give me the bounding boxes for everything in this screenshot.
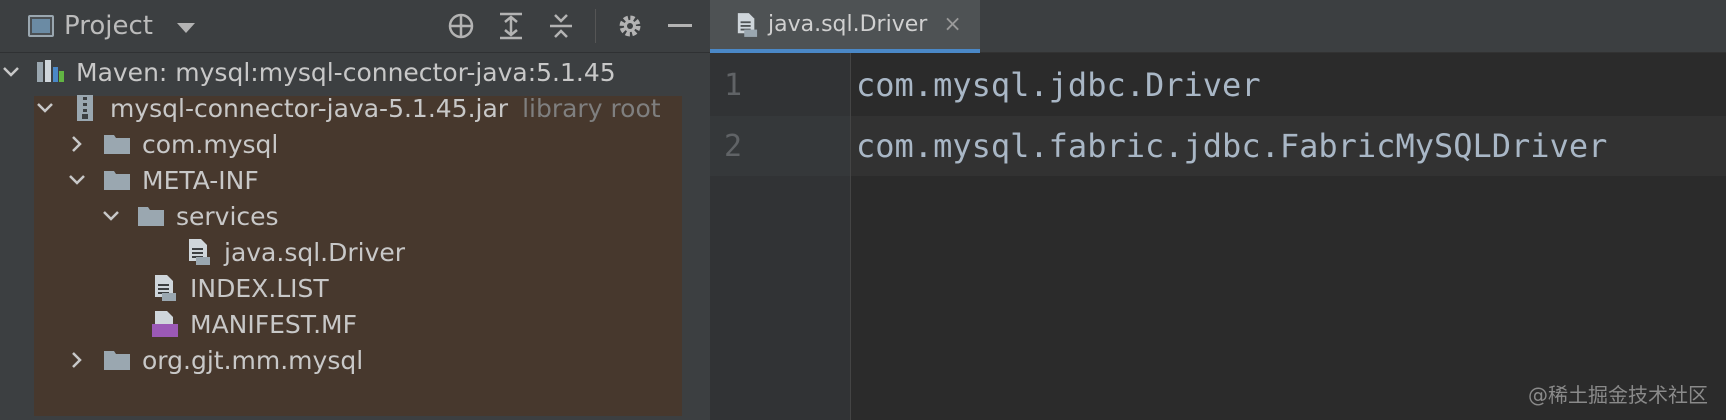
line-number: 2: [724, 128, 743, 164]
tree-item-meta-inf[interactable]: META-INF: [66, 160, 259, 200]
library-root-hint: library root: [522, 93, 661, 123]
chevron-right-icon[interactable]: [66, 133, 88, 155]
project-icon: [28, 15, 54, 37]
gear-icon[interactable]: [614, 10, 646, 42]
tree-item-org-gjt-mm-mysql[interactable]: org.gjt.mm.mysql: [66, 340, 363, 380]
folder-icon: [102, 130, 132, 158]
tree-item-label: org.gjt.mm.mysql: [142, 345, 364, 375]
folder-icon: [102, 166, 132, 194]
minimize-icon[interactable]: [664, 10, 696, 42]
tab-label: java.sql.Driver: [768, 12, 928, 37]
chevron-down-icon[interactable]: [176, 23, 195, 33]
tree-item-label: java.sql.Driver: [224, 237, 406, 267]
tree-item-label: MANIFEST.MF: [190, 309, 357, 339]
project-toolbar: [445, 8, 696, 44]
locate-icon[interactable]: [445, 10, 477, 42]
chevron-right-icon[interactable]: [66, 349, 88, 371]
tree-item-maven-library[interactable]: Maven: mysql:mysql-connector-java:5.1.45: [0, 52, 616, 92]
toolbar-divider: [595, 9, 596, 43]
tree-item-label: META-INF: [142, 165, 259, 195]
text-file-icon: [734, 11, 760, 39]
text-file-icon: [150, 274, 180, 302]
tree-item-label: services: [176, 201, 279, 231]
chevron-down-icon[interactable]: [100, 205, 122, 227]
jar-icon: [70, 94, 100, 122]
editor-tab-bar: java.sql.Driver ×: [710, 0, 1726, 53]
folder-icon: [102, 346, 132, 374]
tree-item-jar[interactable]: mysql-connector-java-5.1.45.jar library …: [34, 88, 661, 128]
tree-item-services[interactable]: services: [100, 196, 279, 236]
project-tree: Maven: mysql:mysql-connector-java:5.1.45…: [0, 52, 710, 420]
code-line[interactable]: com.mysql.fabric.jdbc.FabricMySQLDriver: [856, 116, 1607, 176]
close-icon[interactable]: ×: [943, 12, 961, 37]
line-number: 1: [724, 67, 743, 103]
tree-item-label: Maven: mysql:mysql-connector-java:5.1.45: [76, 57, 616, 87]
project-panel-header: Project: [0, 0, 710, 53]
folder-icon: [136, 202, 166, 230]
chevron-down-icon[interactable]: [34, 97, 56, 119]
tree-item-label: com.mysql: [142, 129, 279, 159]
tree-item-label: mysql-connector-java-5.1.45.jar: [110, 93, 509, 123]
tab-java-sql-driver[interactable]: java.sql.Driver ×: [710, 0, 980, 53]
tree-item-com-mysql[interactable]: com.mysql: [66, 124, 278, 164]
tree-item-java-sql-driver[interactable]: java.sql.Driver: [148, 232, 405, 272]
manifest-file-icon: [150, 310, 180, 338]
code-line[interactable]: com.mysql.jdbc.Driver: [856, 55, 1261, 115]
watermark: @稀土掘金技术社区: [1528, 383, 1708, 407]
chevron-down-icon[interactable]: [66, 169, 88, 191]
editor-area: java.sql.Driver × 1 com.mysql.jdbc.Drive…: [710, 0, 1726, 420]
tree-item-label: INDEX.LIST: [190, 273, 329, 303]
tree-item-index-list[interactable]: INDEX.LIST: [114, 268, 329, 308]
expand-all-icon[interactable]: [495, 10, 527, 42]
project-panel-title: Project: [64, 11, 153, 41]
collapse-all-icon[interactable]: [545, 10, 577, 42]
project-panel: Project Maven: mysql:mysql-connector-jav…: [0, 0, 710, 420]
tree-item-manifest[interactable]: MANIFEST.MF: [114, 304, 357, 344]
library-icon: [36, 58, 66, 86]
text-file-icon: [184, 238, 214, 266]
project-view-selector[interactable]: Project: [28, 10, 195, 42]
chevron-down-icon[interactable]: [0, 61, 22, 83]
